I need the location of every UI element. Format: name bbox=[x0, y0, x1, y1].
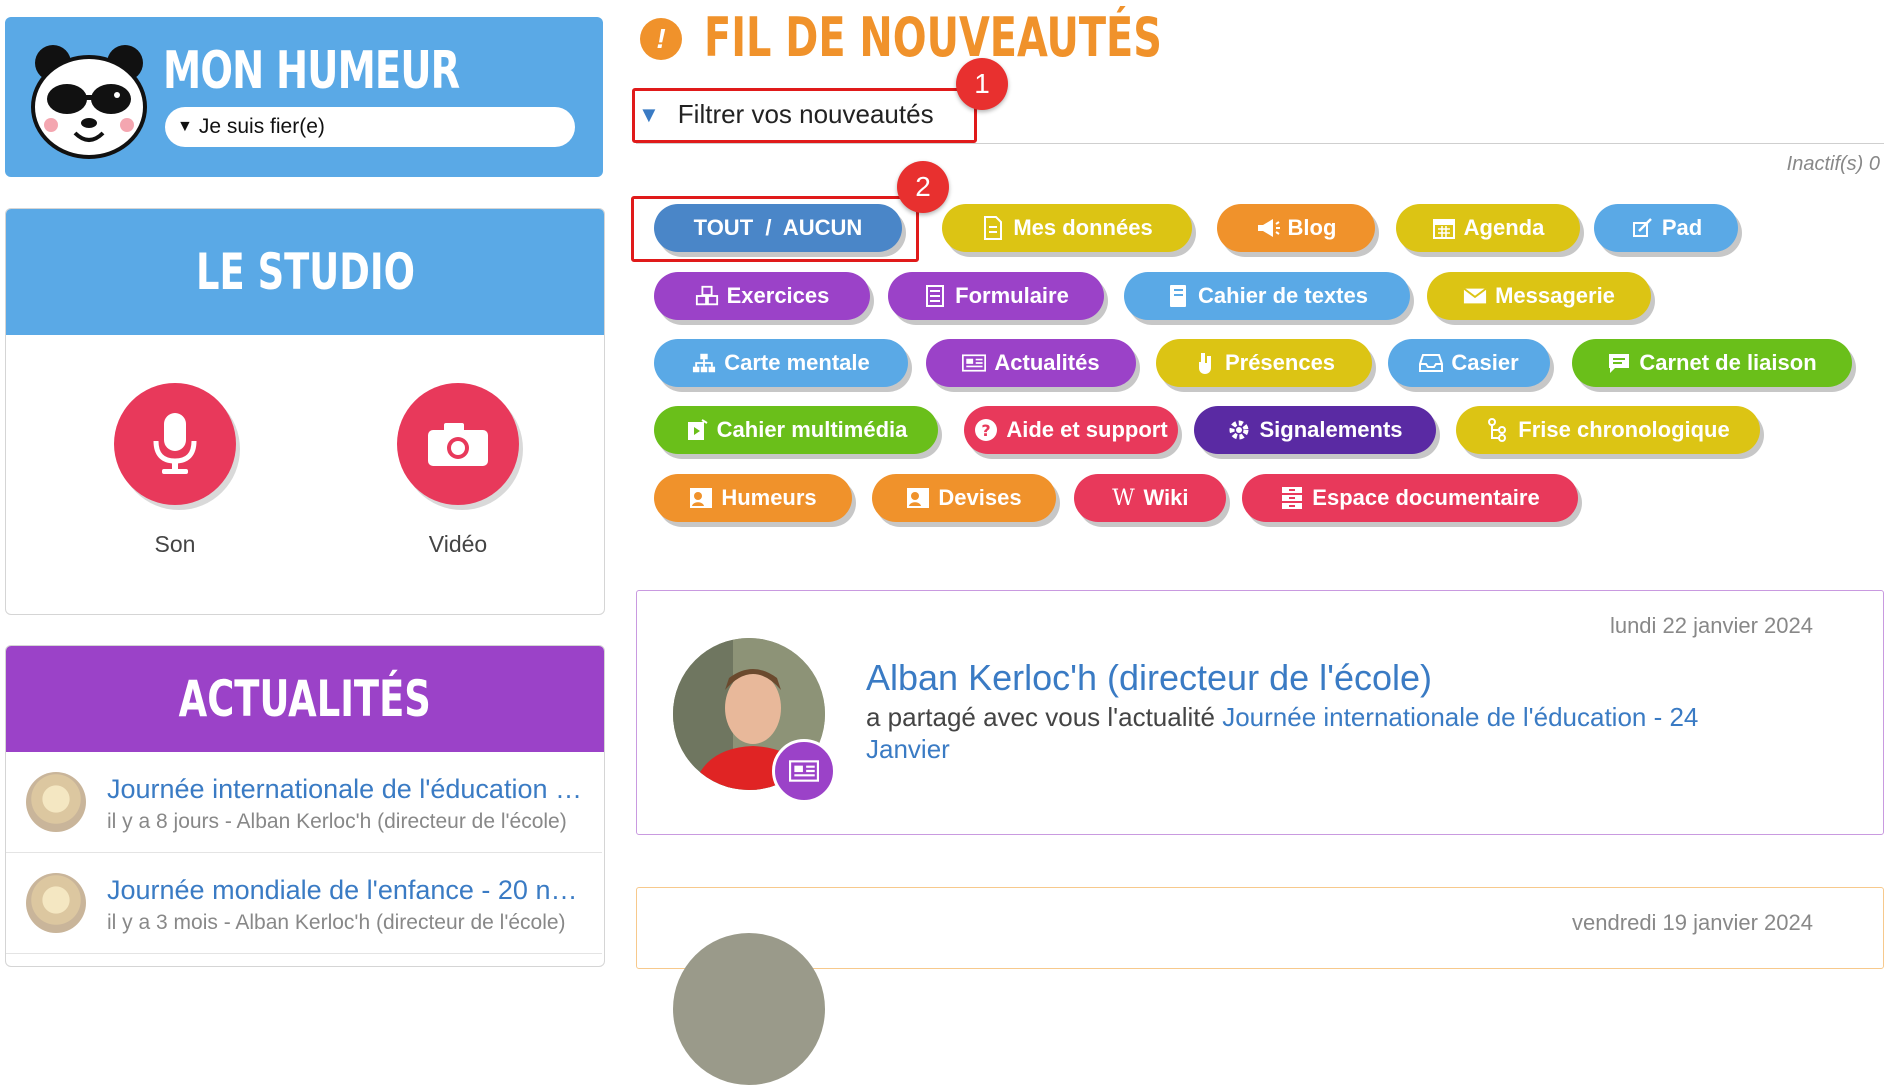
inactive-count: Inactif(s) 0 bbox=[1786, 153, 1880, 175]
comment-icon bbox=[1607, 351, 1631, 375]
question-icon: ? bbox=[974, 418, 998, 442]
chip-carnet-de-liaison[interactable]: Carnet de liaison bbox=[1572, 339, 1852, 387]
card-text: a partagé avec vous l'actualité Journée … bbox=[866, 702, 1699, 764]
news-thumbnail bbox=[26, 772, 86, 832]
author-avatar[interactable] bbox=[673, 933, 825, 1085]
feed-card: vendredi 19 janvier 2024 bbox=[636, 887, 1884, 1085]
studio-video-label: Vidéo bbox=[428, 531, 488, 557]
chip-actualites[interactable]: Actualités bbox=[926, 339, 1136, 387]
news-thumbnail bbox=[26, 873, 86, 933]
sitemap-icon bbox=[692, 351, 716, 375]
multimedia-icon bbox=[685, 418, 709, 442]
mood-selected-value: Je suis fier(e) bbox=[198, 115, 325, 138]
inbox-icon bbox=[1419, 351, 1444, 375]
camera-icon bbox=[428, 423, 488, 466]
news-list-item[interactable]: Journée mondiale de l'enfance - 20 novem… bbox=[6, 853, 602, 954]
chip-agenda[interactable]: Agenda bbox=[1396, 204, 1580, 252]
chip-wiki[interactable]: W Wiki bbox=[1074, 474, 1226, 522]
news-item-title[interactable]: Journée mondiale de l'enfance - 20 novem… bbox=[107, 875, 582, 906]
newspaper-icon bbox=[962, 351, 987, 375]
card-author-link[interactable]: Alban Kerloc'h (directeur de l'école) bbox=[866, 657, 1432, 699]
envelope-icon bbox=[1463, 284, 1487, 308]
chip-presences[interactable]: Présences bbox=[1156, 339, 1372, 387]
studio-sound-button[interactable]: Son bbox=[105, 383, 245, 558]
chip-signalements[interactable]: Signalements bbox=[1194, 406, 1436, 454]
annotation-badge-2: 2 bbox=[897, 161, 949, 213]
mood-select[interactable]: ▼ Je suis fier(e) bbox=[165, 107, 575, 147]
chip-messagerie[interactable]: Messagerie bbox=[1427, 272, 1651, 320]
gear-icon bbox=[1227, 418, 1251, 442]
chip-cahier-multimedia[interactable]: Cahier multimédia bbox=[654, 406, 938, 454]
megaphone-icon bbox=[1256, 216, 1280, 240]
wikipedia-icon: W bbox=[1112, 485, 1135, 511]
toggle-all-button[interactable]: TOUT / AUCUN bbox=[654, 204, 902, 252]
page-title: FIL DE NOUVEAUTÉS bbox=[704, 6, 1162, 69]
feed-card: lundi 22 janvier 2024 Alban Kerloc'h (di… bbox=[636, 590, 1884, 835]
news-title: ACTUALITÉS bbox=[6, 646, 604, 752]
notebook-icon bbox=[1166, 284, 1190, 308]
news-list-item[interactable]: Journée internationale de l'éducation - … bbox=[6, 752, 602, 853]
chip-aide-et-support[interactable]: ? Aide et support bbox=[964, 406, 1178, 454]
chip-carte-mentale[interactable]: Carte mentale bbox=[654, 339, 908, 387]
mood-panel: MON HUMEUR ▼ Je suis fier(e) bbox=[5, 17, 603, 177]
exclamation-icon: ! bbox=[640, 18, 682, 60]
panda-avatar-icon bbox=[31, 45, 147, 159]
chip-formulaire[interactable]: Formulaire bbox=[888, 272, 1104, 320]
card-date: vendredi 19 janvier 2024 bbox=[1572, 910, 1813, 935]
id-card-icon bbox=[689, 486, 713, 510]
hand-icon bbox=[1193, 351, 1217, 375]
chip-exercices[interactable]: Exercices bbox=[654, 272, 870, 320]
chip-humeurs[interactable]: Humeurs bbox=[654, 474, 852, 522]
news-panel: ACTUALITÉS Journée internationale de l'é… bbox=[5, 645, 605, 967]
chip-mes-donnees[interactable]: Mes données bbox=[942, 204, 1192, 252]
file-icon bbox=[981, 216, 1005, 240]
cubes-icon bbox=[695, 284, 719, 308]
studio-video-button[interactable]: Vidéo bbox=[388, 383, 528, 558]
timeline-icon bbox=[1486, 418, 1510, 442]
news-item-meta: il y a 3 mois - Alban Kerloc'h (directeu… bbox=[107, 911, 566, 934]
chip-devises[interactable]: Devises bbox=[872, 474, 1056, 522]
archive-icon bbox=[1280, 486, 1304, 510]
divider bbox=[636, 143, 1884, 144]
pad-icon bbox=[1630, 216, 1654, 240]
news-item-meta: il y a 8 jours - Alban Kerloc'h (directe… bbox=[107, 810, 567, 833]
chip-blog[interactable]: Blog bbox=[1217, 204, 1375, 252]
annotation-badge-1: 1 bbox=[956, 58, 1008, 110]
card-date: lundi 22 janvier 2024 bbox=[1609, 613, 1813, 638]
chip-cahier-de-textes[interactable]: Cahier de textes bbox=[1124, 272, 1410, 320]
chip-pad[interactable]: Pad bbox=[1594, 204, 1738, 252]
form-icon bbox=[923, 284, 947, 308]
studio-panel: LE STUDIO Son Vidéo bbox=[5, 208, 605, 615]
news-item-title[interactable]: Journée internationale de l'éducation - … bbox=[107, 774, 582, 805]
newspaper-badge-icon bbox=[772, 739, 836, 803]
svg-text:?: ? bbox=[982, 421, 991, 440]
chip-espace-documentaire[interactable]: Espace documentaire bbox=[1242, 474, 1578, 522]
calendar-icon bbox=[1432, 216, 1456, 240]
mood-title: MON HUMEUR bbox=[163, 41, 460, 101]
microphone-icon bbox=[153, 413, 197, 474]
chip-frise-chronologique[interactable]: Frise chronologique bbox=[1456, 406, 1760, 454]
caret-down-icon: ▼ bbox=[177, 118, 193, 135]
id-card-icon bbox=[906, 486, 930, 510]
studio-sound-label: Son bbox=[154, 531, 196, 557]
studio-title: LE STUDIO bbox=[6, 209, 604, 335]
annotation-box-1 bbox=[632, 88, 977, 143]
chip-casier[interactable]: Casier bbox=[1388, 339, 1550, 387]
